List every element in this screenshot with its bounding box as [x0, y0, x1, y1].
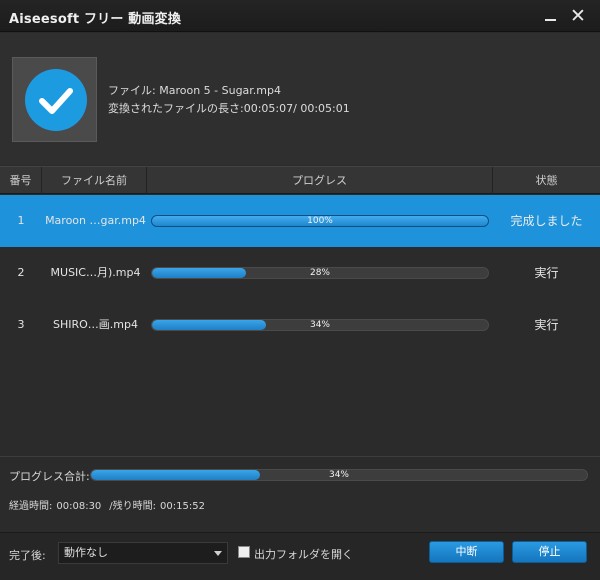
- row-progress-text: 28%: [309, 268, 330, 278]
- length-label: 変換されたファイルの長さ:: [108, 102, 244, 115]
- after-complete-label: 完了後:: [9, 549, 46, 562]
- column-header-name[interactable]: ファイル名前: [42, 167, 147, 194]
- row-status: 完成しました: [510, 214, 583, 228]
- open-folder-checkbox[interactable]: [238, 546, 250, 558]
- row-number: 3: [17, 318, 25, 331]
- row-status: 実行: [534, 318, 559, 332]
- row-number: 1: [17, 214, 25, 227]
- total-progress-bar: 34%: [90, 469, 588, 481]
- row-progress-bar: 34%: [151, 319, 489, 331]
- table-row[interactable]: 1 Maroon …gar.mp4 100% 完成しました: [0, 195, 600, 247]
- table-empty-area: [0, 351, 600, 456]
- remaining-value: 00:15:52: [160, 501, 205, 512]
- total-progress-panel: プログレス合計: 34% 経過時間: 00:08:30/残り時間: 00:15:52: [0, 456, 600, 532]
- time-info: 経過時間: 00:08:30/残り時間: 00:15:52: [9, 497, 213, 512]
- bottom-action-bar: 完了後: 動作なし 出力フォルダを開く 中断 停止: [0, 532, 600, 580]
- row-file-name: Maroon …gar.mp4: [45, 214, 146, 227]
- total-progress-label: プログレス合計:: [9, 470, 90, 483]
- row-progress-text: 34%: [309, 320, 330, 330]
- abort-button[interactable]: 中断: [429, 541, 504, 563]
- file-name: Maroon 5 - Sugar.mp4: [159, 84, 282, 97]
- current-file-info: ファイル: Maroon 5 - Sugar.mp4: [108, 82, 281, 98]
- close-button[interactable]: ✕: [566, 4, 590, 28]
- length-value: 00:05:07/ 00:05:01: [243, 102, 350, 115]
- file-thumbnail: [12, 57, 97, 142]
- table-row[interactable]: 2 MUSIC…月).mp4 28% 実行: [0, 247, 600, 299]
- minimize-button[interactable]: [538, 4, 562, 28]
- checkmark-icon: [25, 69, 87, 131]
- column-header-status[interactable]: 状態: [493, 167, 600, 194]
- row-progress-text: 100%: [307, 216, 333, 226]
- elapsed-value: 00:08:30: [56, 501, 102, 512]
- conversion-info-panel: ファイル: Maroon 5 - Sugar.mp4 変換されたファイルの長さ:…: [0, 33, 600, 165]
- row-file-name: SHIRO…画.mp4: [53, 318, 138, 331]
- row-progress-bar: 100%: [151, 215, 489, 227]
- minimize-icon: [544, 19, 556, 21]
- row-file-name: MUSIC…月).mp4: [50, 266, 141, 279]
- open-folder-label[interactable]: 出力フォルダを開く: [254, 546, 353, 562]
- chevron-down-icon: [214, 551, 222, 556]
- file-label: ファイル:: [108, 84, 156, 97]
- after-complete-value: 動作なし: [64, 546, 108, 559]
- app-title: Aiseesoft フリー 動画変換: [9, 12, 182, 27]
- close-icon: ✕: [570, 5, 586, 27]
- row-number: 2: [17, 266, 25, 279]
- stop-button[interactable]: 停止: [512, 541, 587, 563]
- row-progress-bar: 28%: [151, 267, 489, 279]
- column-header-no[interactable]: 番号: [0, 167, 42, 194]
- elapsed-label: 経過時間:: [9, 501, 53, 512]
- table-header: 番号 ファイル名前 プログレス 状態: [0, 166, 600, 194]
- after-complete-select[interactable]: 動作なし: [58, 542, 228, 564]
- remaining-label: /残り時間:: [109, 501, 157, 512]
- row-status: 実行: [534, 266, 559, 280]
- column-header-progress[interactable]: プログレス: [147, 167, 493, 194]
- title-bar: Aiseesoft フリー 動画変換 ✕: [0, 0, 600, 32]
- table-row[interactable]: 3 SHIRO…画.mp4 34% 実行: [0, 299, 600, 351]
- converted-length-info: 変換されたファイルの長さ:00:05:07/ 00:05:01: [108, 100, 350, 116]
- total-progress-text: 34%: [328, 470, 349, 480]
